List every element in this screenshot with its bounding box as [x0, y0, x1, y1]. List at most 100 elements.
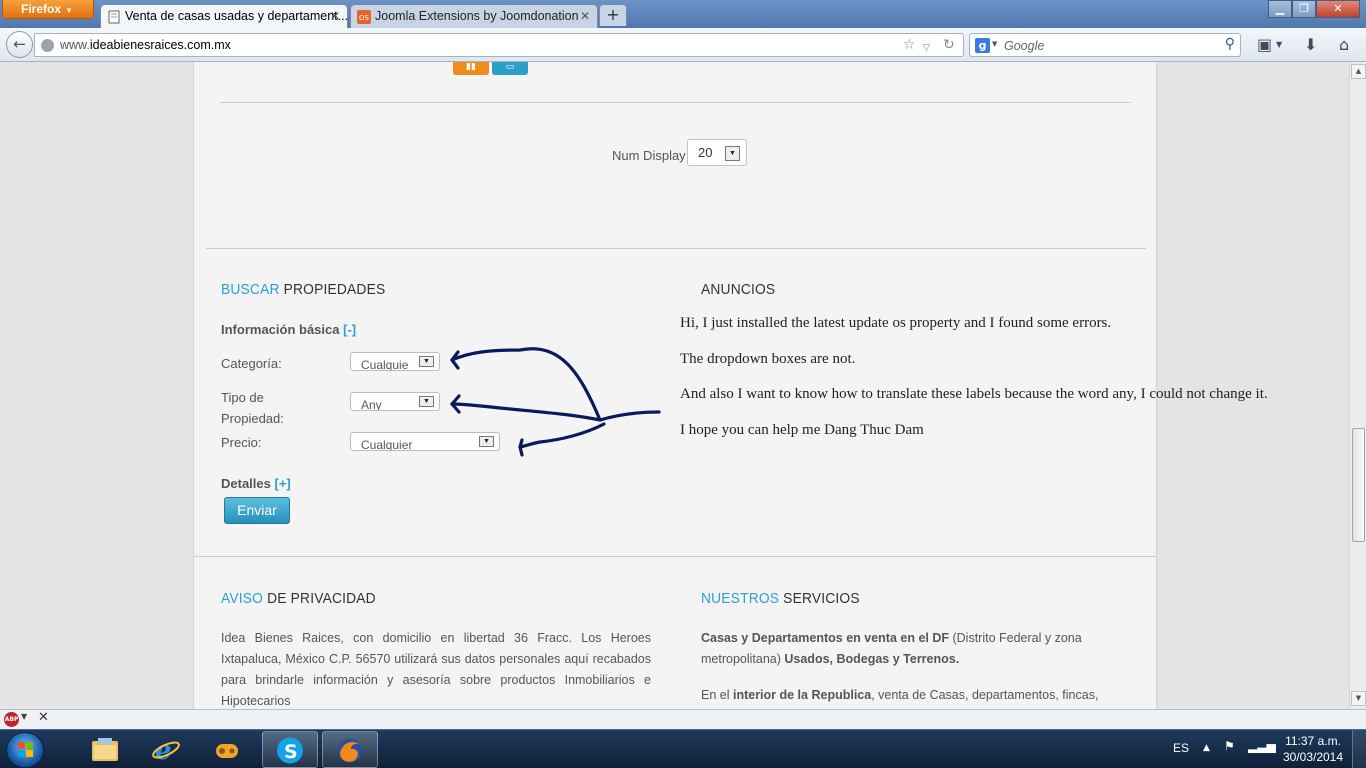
page-scrollbar[interactable]: ▲ ▼ [1349, 62, 1366, 709]
annotation-note: Hi, I just installed the latest update o… [680, 315, 1112, 331]
taskbar-explorer[interactable] [78, 731, 134, 768]
window-close-button[interactable]: ✕ [1316, 0, 1360, 18]
home-icon[interactable]: ⌂ [1339, 35, 1349, 54]
games-icon [216, 744, 238, 758]
close-icon[interactable]: ✕ [580, 5, 590, 27]
scroll-down-icon[interactable]: ▼ [1351, 691, 1366, 706]
monitor-icon[interactable]: ▭ [492, 62, 528, 75]
url-prefix: www. [60, 38, 90, 52]
new-tab-button[interactable]: + [599, 4, 627, 26]
action-center-icon[interactable]: ⚑ [1224, 739, 1235, 753]
url-bar[interactable]: www.ideabienesraices.com.mx ☆ ▽ ↻ [34, 33, 964, 57]
page-icon [108, 10, 120, 24]
skype-icon: S [277, 737, 303, 764]
close-icon[interactable]: ✕ [330, 5, 340, 27]
dropdown-arrow-icon: ▼ [479, 436, 494, 447]
addon-bar: ABP ▼ ✕ [0, 709, 1366, 729]
price-select[interactable]: Cualquier ▼ [350, 432, 500, 451]
category-select[interactable]: Cualquie ▼ [350, 352, 440, 371]
search-bar: g ▼ ⚲ [969, 33, 1241, 57]
title-accent: AVISO [221, 590, 264, 607]
chevron-down-icon[interactable]: ▼ [1276, 40, 1282, 49]
window-controls: ▁ ❐ ✕ [1268, 0, 1360, 18]
svg-text:S: S [284, 741, 298, 763]
privacy-text: Idea Bienes Raices, con domicilio en lib… [221, 631, 651, 708]
num-display-select[interactable]: 20 ▼ [687, 139, 747, 166]
content-column: ▮▮ ▭ Num Display 20 ▼ BUSCAR PROPIEDADES… [193, 62, 1268, 709]
clock-date[interactable]: 30/03/2014 [1280, 750, 1346, 764]
taskbar-skype[interactable]: S [262, 731, 318, 768]
bookmarks-icon[interactable]: ▣ [1257, 35, 1272, 54]
firefox-menu-button[interactable]: Firefox ▼ [2, 0, 94, 19]
services-text-2: En el [701, 688, 733, 702]
taskbar-firefox[interactable] [322, 731, 378, 768]
chevron-down-icon[interactable]: ▼ [992, 40, 997, 48]
annotation-note: I hope you can help me Dang Thuc Dam [680, 422, 924, 438]
os-property-icon: OS [357, 10, 371, 24]
title-accent: NUESTROS [701, 590, 780, 607]
firefox-icon [338, 738, 362, 763]
restore-button[interactable]: ❐ [1292, 0, 1316, 18]
divider [194, 556, 1156, 557]
bookmark-star-icon[interactable]: ☆ [903, 36, 916, 54]
internet-explorer-icon: e [152, 736, 180, 764]
price-label: Precio: [221, 435, 262, 450]
chevron-down-icon[interactable]: ▼ [21, 712, 27, 721]
services-text-3: , venta de Casas, departamentos, fincas, [871, 688, 1099, 702]
search-input[interactable] [1004, 37, 1204, 55]
price-value: Cualquier [361, 438, 413, 451]
adblock-plus-icon[interactable]: ABP [4, 712, 19, 727]
clock-time[interactable]: 11:37 a.m. [1280, 734, 1346, 748]
taskbar-games[interactable] [200, 731, 256, 768]
title-rest: DE PRIVACIDAD [263, 590, 376, 607]
history-dropdown-icon[interactable]: ▽ [923, 39, 930, 57]
downloads-icon[interactable]: ⬇ [1304, 35, 1317, 54]
navigation-toolbar: ← www.ideabienesraices.com.mx ☆ ▽ ↻ g ▼ … [0, 28, 1366, 62]
property-type-label-line1: Tipo de [221, 390, 264, 405]
dropdown-arrow-icon: ▼ [725, 146, 740, 161]
show-hidden-icons-icon[interactable]: ▲ [1203, 743, 1210, 753]
submit-button[interactable]: Enviar [224, 497, 290, 524]
tab-venta-casas[interactable]: Venta de casas usadas y departament... ✕ [100, 4, 348, 28]
details-toggle[interactable]: [+] [275, 476, 291, 491]
minimize-button[interactable]: ▁ [1268, 0, 1292, 18]
tab-joomdonation[interactable]: OS Joomla Extensions by Joomdonation ✕ [350, 4, 598, 28]
close-icon[interactable]: ✕ [38, 710, 49, 725]
basic-info-toggle[interactable]: [-] [343, 322, 356, 337]
property-type-select[interactable]: Any ▼ [350, 392, 440, 411]
details-heading: Detalles [+] [221, 476, 291, 491]
divider [220, 102, 1131, 103]
url-text: www.ideabienesraices.com.mx [60, 34, 231, 56]
back-button[interactable]: ← [6, 31, 33, 58]
services-paragraph-1: Casas y Departamentos en venta en el DF … [701, 628, 1121, 670]
network-signal-icon[interactable]: ▂▃▅ [1248, 739, 1276, 753]
services-section-title: NUESTROS SERVICIOS [701, 590, 860, 607]
browser-title-bar: Firefox ▼ Venta de casas usadas y departa… [0, 0, 1366, 28]
details-label: Detalles [221, 476, 271, 491]
show-desktop-button[interactable] [1352, 730, 1366, 768]
tab-title: Joomla Extensions by Joomdonation [375, 9, 579, 23]
services-bold-3: interior de la Republica [732, 688, 872, 702]
page-viewport: ▮▮ ▭ Num Display 20 ▼ BUSCAR PROPIEDADES… [0, 62, 1349, 709]
annotation-note: The dropdown boxes are not. [680, 351, 856, 367]
title-rest: PROPIEDADES [279, 281, 386, 298]
reload-icon[interactable]: ↻ [943, 36, 955, 54]
dropdown-arrow-icon: ▼ [419, 356, 434, 367]
google-icon[interactable]: g [975, 38, 990, 53]
search-icon[interactable]: ⚲ [1225, 36, 1235, 52]
tab-title: Venta de casas usadas y departament... [125, 9, 348, 23]
category-value: Cualquie [361, 358, 409, 371]
scroll-up-icon[interactable]: ▲ [1351, 64, 1366, 79]
search-section-title: BUSCAR PROPIEDADES [221, 281, 385, 298]
category-label: Categoría: [221, 356, 282, 371]
language-indicator[interactable]: ES [1173, 741, 1189, 755]
scroll-thumb[interactable] [1352, 428, 1365, 542]
start-button[interactable] [6, 732, 44, 768]
taskbar-internet-explorer[interactable]: e [139, 731, 195, 768]
compare-icon[interactable]: ▮▮ [453, 62, 489, 75]
num-display-value: 20 [698, 145, 713, 160]
url-domain: ideabienesraices.com.mx [89, 38, 231, 52]
svg-text:OS: OS [359, 14, 370, 22]
plus-icon: + [606, 5, 620, 24]
windows-logo-icon [18, 742, 33, 757]
